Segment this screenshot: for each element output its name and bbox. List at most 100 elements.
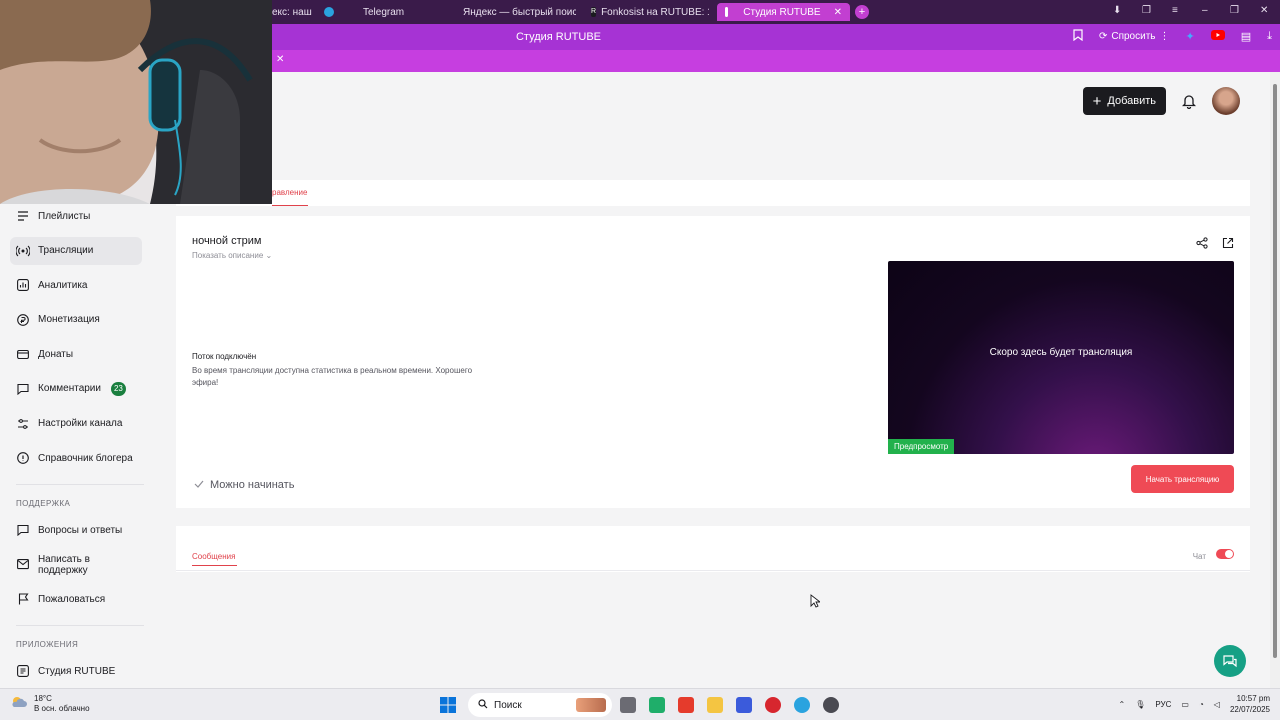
faq-icon bbox=[16, 523, 30, 537]
avatar[interactable] bbox=[1212, 87, 1240, 115]
sidebar-item-analytics[interactable]: Аналитика bbox=[10, 271, 142, 299]
volume-icon[interactable]: ◁ bbox=[1214, 700, 1220, 709]
system-tray: ⌃ 🎙︎ РУС ▭ ◔ ◁ 10:57 pm 22/07/2025 bbox=[1119, 693, 1271, 715]
playlist-icon bbox=[16, 209, 30, 223]
tab-label: Telegram bbox=[363, 6, 405, 18]
bookmark-icon[interactable] bbox=[1073, 29, 1083, 44]
youtube-icon[interactable] bbox=[1210, 30, 1225, 43]
browser-tab-yandex[interactable]: Яндекс — быстрый поиск bbox=[458, 3, 576, 21]
browser-tab-rutube[interactable]: R Fonkosist на RUTUBE: 14 bbox=[591, 3, 709, 21]
sidebar-item-label: Плейлисты bbox=[38, 210, 91, 222]
show-description-label: Показать описание bbox=[192, 251, 264, 260]
ask-button[interactable]: ⟳ Спросить ⋮ bbox=[1099, 31, 1170, 42]
sidebar-item-blogger-guide[interactable]: Справочник блогера bbox=[10, 444, 142, 472]
bell-icon[interactable] bbox=[1178, 90, 1200, 112]
download-icon[interactable]: ⬇ bbox=[1113, 5, 1121, 16]
yandex-browser-icon[interactable] bbox=[678, 697, 694, 713]
language-indicator[interactable]: РУС bbox=[1155, 700, 1171, 709]
clock-date: 22/07/2025 bbox=[1229, 705, 1270, 714]
sidebar-item-monetization[interactable]: Монетизация bbox=[10, 306, 142, 334]
show-description-link[interactable]: Показать описание ⌄ bbox=[192, 251, 272, 260]
book-icon bbox=[16, 451, 30, 465]
start-broadcast-button[interactable]: Начать трансляцию bbox=[1131, 465, 1234, 493]
tab-label: екс: наш bbox=[272, 6, 312, 18]
help-chat-button[interactable] bbox=[1214, 645, 1246, 677]
analytics-icon bbox=[16, 278, 30, 292]
collections-icon[interactable]: ❐ bbox=[1142, 5, 1151, 16]
broadcast-card: ночной стрим Показать описание ⌄ Поток п… bbox=[176, 216, 1250, 508]
studio-app-icon bbox=[16, 664, 30, 678]
weather-widget[interactable]: 18°C В осн. облачно bbox=[10, 694, 90, 714]
add-button[interactable]: + Добавить bbox=[1082, 87, 1166, 115]
webcam-image bbox=[0, 0, 272, 204]
menu-icon[interactable]: ≡ bbox=[1172, 5, 1178, 16]
sidebar-item-label: Аналитика bbox=[38, 279, 88, 291]
ready-label: Можно начинать bbox=[210, 479, 295, 491]
more-icon: ⋮ bbox=[1159, 31, 1170, 42]
sidebar-item-faq[interactable]: Вопросы и ответы bbox=[10, 516, 142, 544]
preview-placeholder-text: Скоро здесь будет трансляция bbox=[989, 347, 1133, 358]
maximize-icon[interactable]: ❐ bbox=[1230, 5, 1239, 16]
tab-messages[interactable]: Сообщения bbox=[192, 552, 235, 561]
add-label: Добавить bbox=[1107, 95, 1156, 107]
yandex-app-icon[interactable] bbox=[765, 697, 781, 713]
browser-tab-telegram[interactable]: Telegram bbox=[324, 3, 434, 21]
obs-icon[interactable] bbox=[736, 697, 752, 713]
scrollbar-thumb[interactable] bbox=[1273, 84, 1277, 658]
chevron-up-icon[interactable]: ⌃ bbox=[1119, 700, 1126, 709]
minimize-icon[interactable]: – bbox=[1202, 5, 1208, 16]
apps-section-title: ПРИЛОЖЕНИЯ bbox=[16, 640, 79, 650]
taskbar-search[interactable]: Поиск bbox=[468, 693, 612, 717]
browser-tab[interactable]: екс: наш bbox=[272, 3, 312, 21]
sidebar-item-label: Настройки канала bbox=[38, 418, 123, 430]
tab-label: Студия RUTUBE bbox=[743, 6, 821, 18]
share-icon[interactable] bbox=[1196, 236, 1208, 254]
mouse-cursor bbox=[810, 594, 822, 613]
ready-status: Можно начинать bbox=[194, 479, 294, 491]
sidebar-item-write-support[interactable]: Написать в поддержку bbox=[10, 551, 142, 579]
sidebar-item-studio-app[interactable]: Студия RUTUBE bbox=[10, 657, 142, 685]
sidebar-item-comments[interactable]: Комментарии 23 bbox=[10, 375, 142, 403]
windows-start-icon[interactable] bbox=[440, 697, 456, 718]
close-notification-icon[interactable]: ✕ bbox=[276, 54, 284, 65]
telegram-taskbar-icon[interactable] bbox=[794, 697, 810, 713]
reader-icon[interactable]: ▤ bbox=[1241, 30, 1251, 43]
stream-title: ночной стрим bbox=[192, 235, 262, 247]
task-view-icon[interactable] bbox=[620, 697, 636, 713]
new-tab-button[interactable]: + bbox=[855, 5, 869, 19]
sidebar-item-label: Пожаловаться bbox=[38, 593, 106, 605]
sidebar-item-broadcasts[interactable]: Трансляции bbox=[10, 236, 142, 265]
store-app-icon[interactable] bbox=[649, 697, 665, 713]
active-tab-underline bbox=[192, 565, 237, 566]
wifi-icon[interactable]: ◔ bbox=[1199, 700, 1204, 709]
sidebar-item-playlists[interactable]: Плейлисты bbox=[10, 202, 142, 230]
network-icon[interactable]: ▭ bbox=[1181, 700, 1189, 709]
preview-badge: Предпросмотр bbox=[888, 439, 955, 454]
extension-icon[interactable]: ✦ bbox=[1186, 30, 1195, 43]
settings-app-icon[interactable] bbox=[823, 697, 839, 713]
stream-status-title: Поток подключён bbox=[192, 352, 257, 361]
sidebar-item-report[interactable]: Пожаловаться bbox=[10, 585, 142, 613]
sidebar-item-label: Написать в поддержку bbox=[37, 553, 90, 576]
tab-management[interactable]: равление bbox=[272, 188, 307, 197]
browser-tab-studio[interactable]: Студия RUTUBE ✕ bbox=[717, 3, 850, 21]
clock[interactable]: 10:57 pm 22/07/2025 bbox=[1230, 693, 1270, 715]
sidebar-item-donations[interactable]: Донаты bbox=[10, 340, 142, 368]
divider bbox=[16, 625, 144, 627]
close-icon[interactable]: ✕ bbox=[834, 7, 842, 18]
downloads-icon[interactable]: ⤓ bbox=[1267, 30, 1272, 43]
search-placeholder: Поиск bbox=[494, 699, 522, 711]
external-link-icon[interactable] bbox=[1222, 236, 1234, 254]
window-close-icon[interactable]: ✕ bbox=[1260, 5, 1268, 16]
page-scrollbar[interactable] bbox=[1270, 72, 1280, 688]
sidebar-item-channel-settings[interactable]: Настройки канала bbox=[10, 410, 142, 438]
weather-text: В осн. облачно bbox=[34, 704, 90, 713]
file-explorer-icon[interactable] bbox=[707, 697, 723, 713]
chat-toggle[interactable] bbox=[1216, 549, 1234, 559]
microphone-icon[interactable]: 🎙︎ bbox=[1135, 700, 1145, 709]
section-tabs: равление bbox=[176, 180, 1250, 206]
rutube-icon: R bbox=[591, 7, 597, 17]
settings-icon bbox=[16, 417, 30, 431]
chat-bubble-icon bbox=[1223, 655, 1237, 668]
sidebar-item-label: Трансляции bbox=[38, 245, 94, 257]
